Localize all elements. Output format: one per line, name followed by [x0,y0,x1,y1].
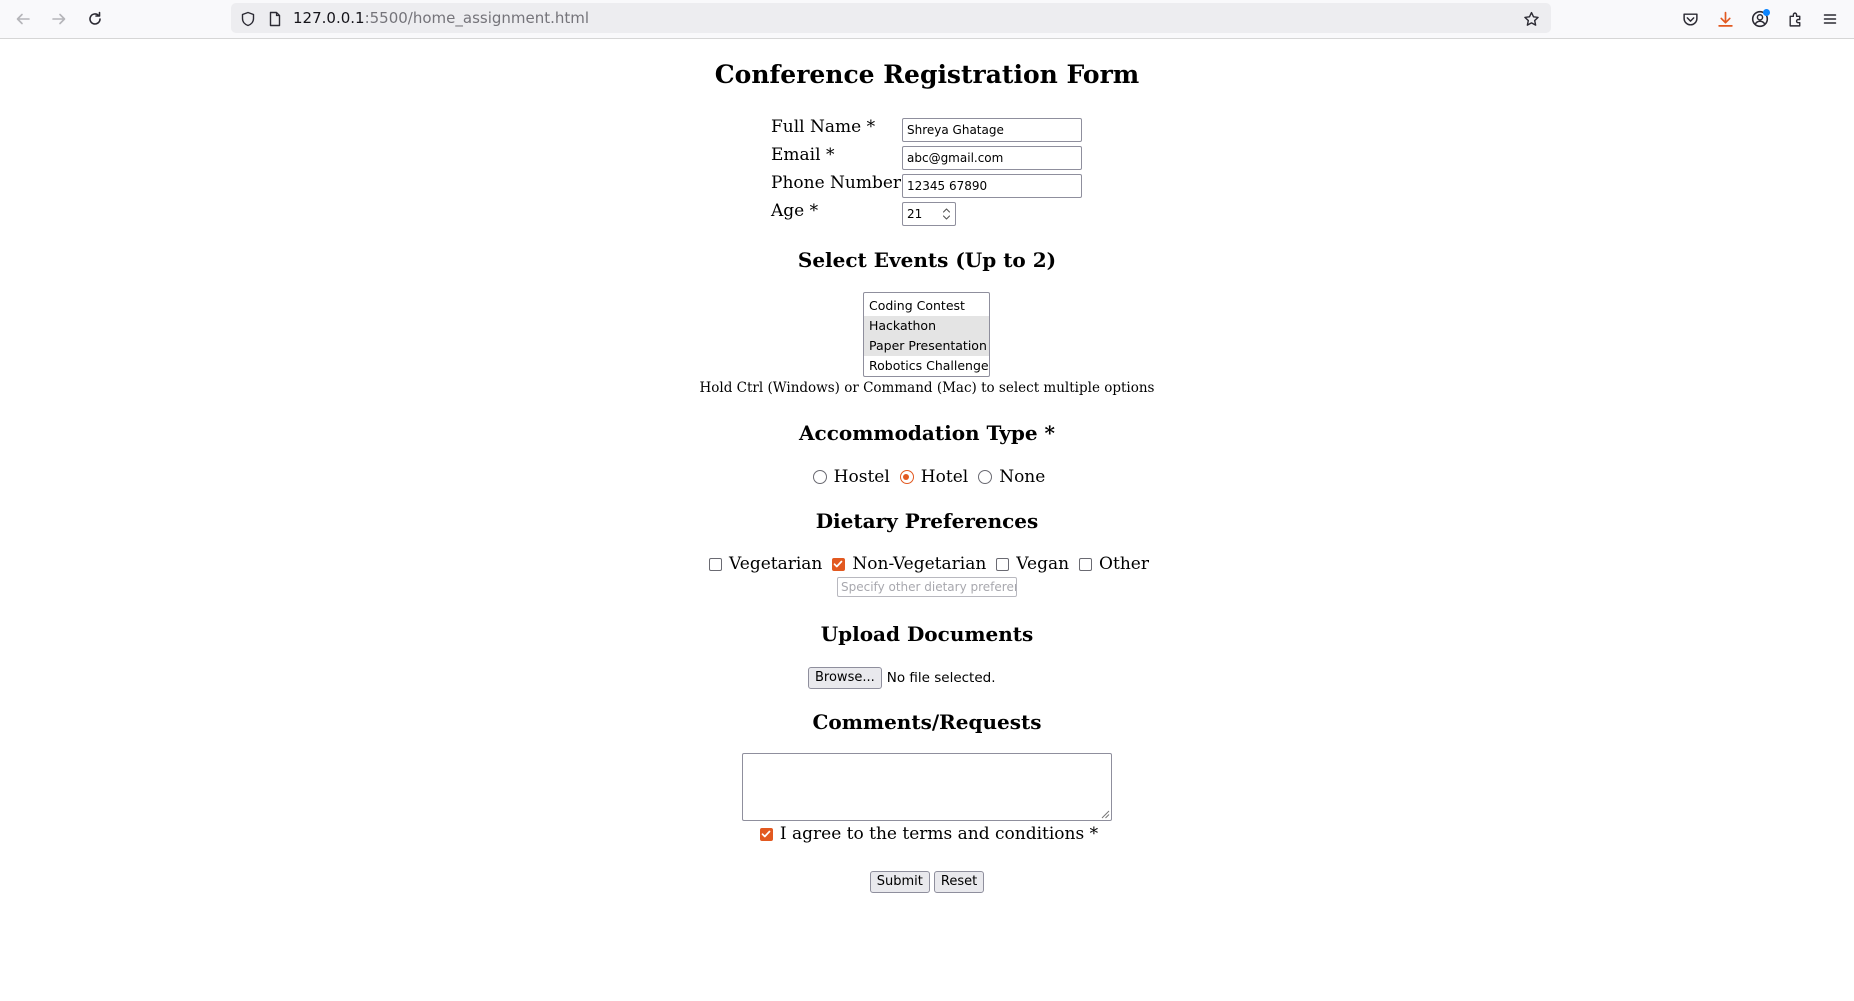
browser-toolbar: 127.0.0.1:5500/home_assignment.html [0,0,1854,39]
page-content: Conference Registration Form Full Name *… [0,40,1854,1001]
dietary-options: Vegetarian Non-Vegetarian Vegan Other [0,552,1854,576]
radio-hotel[interactable]: Hotel [896,467,968,487]
full-name-label: Full Name * [771,117,876,137]
checkbox[interactable] [709,557,723,571]
event-option[interactable]: Robotics Challenge [864,356,989,376]
checkbox-vegan-label: Vegan [1016,554,1070,574]
checkbox-vegetarian-label: Vegetarian [729,554,823,574]
age-stepper-icon[interactable] [939,205,953,223]
terms-checkbox[interactable] [759,827,773,841]
reset-button[interactable]: Reset [933,871,985,893]
events-listbox[interactable]: Coding Contest Hackathon Paper Presentat… [863,292,990,377]
account-icon[interactable] [1747,6,1773,32]
menu-icon[interactable] [1817,6,1843,32]
upload-heading: Upload Documents [820,622,1034,646]
age-input[interactable]: 21 [902,202,956,226]
event-option-selected[interactable]: Paper Presentation [864,336,989,356]
checkbox-vegan[interactable]: Vegan [992,554,1069,574]
checkbox-non-vegetarian-label: Non-Vegetarian [852,554,987,574]
resize-handle-icon[interactable] [1100,809,1110,819]
phone-label: Phone Number * [771,173,915,193]
form-title: Conference Registration Form [714,60,1140,89]
comments-textarea[interactable] [742,753,1112,821]
age-label: Age * [771,201,819,221]
checkbox[interactable] [1079,557,1093,571]
forward-arrow-icon[interactable] [46,6,72,32]
shield-icon[interactable] [239,10,257,28]
file-input[interactable]: Browse... No file selected. [808,667,996,689]
multi-select-hint: Hold Ctrl (Windows) or Command (Mac) to … [699,380,1155,396]
bookmark-star-icon[interactable] [1522,10,1540,28]
url-host: 127.0.0.1 [293,9,365,27]
reload-icon[interactable] [82,6,108,32]
back-arrow-icon[interactable] [10,6,36,32]
radio-none[interactable]: None [974,467,1045,487]
email-input[interactable]: abc@gmail.com [902,146,1082,170]
extensions-icon[interactable] [1782,6,1808,32]
checkbox-non-vegetarian[interactable]: Non-Vegetarian [828,554,986,574]
events-heading: Select Events (Up to 2) [797,248,1057,272]
address-bar[interactable]: 127.0.0.1:5500/home_assignment.html [231,3,1551,33]
terms-label: I agree to the terms and conditions * [779,824,1099,844]
notification-dot [1763,9,1770,16]
phone-input[interactable]: 12345 67890 [902,174,1082,198]
radio-hotel-label: Hotel [920,467,969,487]
radio-hostel[interactable]: Hostel [809,467,890,487]
checkbox[interactable] [996,557,1010,571]
terms-checkbox-item[interactable]: I agree to the terms and conditions * [756,824,1098,844]
radio-hostel-label: Hostel [833,467,890,487]
accommodation-options: Hostel Hotel None [0,465,1854,489]
checkbox-other[interactable]: Other [1075,554,1149,574]
event-option-selected[interactable]: Hackathon [864,316,989,336]
url-text[interactable]: 127.0.0.1:5500/home_assignment.html [293,9,589,27]
full-name-input[interactable]: Shreya Ghatage [902,118,1082,142]
submit-button[interactable]: Submit [869,871,930,893]
age-value: 21 [907,207,923,221]
radio-button[interactable] [978,470,993,484]
checkbox-vegetarian[interactable]: Vegetarian [705,554,822,574]
pocket-icon[interactable] [1677,6,1703,32]
email-label: Email * [771,145,835,165]
checkmark-icon [834,560,843,567]
event-option[interactable]: Coding Contest [864,296,989,316]
terms-row: I agree to the terms and conditions * [0,822,1854,846]
checkbox-other-label: Other [1099,554,1149,574]
checkmark-icon [761,830,771,837]
other-dietary-input[interactable]: Specify other dietary preferences [837,577,1017,597]
radio-none-label: None [999,467,1046,487]
comments-heading: Comments/Requests [812,710,1042,734]
dietary-heading: Dietary Preferences [815,509,1039,533]
form-buttons: Submit Reset [0,871,1854,893]
page-icon[interactable] [266,10,284,28]
browse-button[interactable]: Browse... [808,667,882,689]
radio-button[interactable] [812,470,827,484]
accommodation-heading: Accommodation Type * [799,421,1055,445]
checkbox-checked[interactable] [832,557,846,571]
file-status: No file selected. [886,670,996,686]
url-path: :5500/home_assignment.html [364,9,590,27]
download-icon[interactable] [1712,6,1738,32]
radio-button-selected[interactable] [899,470,914,484]
